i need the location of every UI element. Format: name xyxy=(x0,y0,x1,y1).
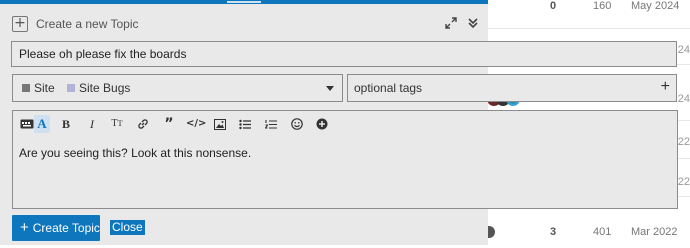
post-editor[interactable]: A B I TT ” </> Are you seeing this? Look… xyxy=(12,110,678,209)
heading-icon[interactable]: TT xyxy=(109,115,125,133)
chevrons-down-icon[interactable] xyxy=(466,17,480,31)
category-parent-label: Site xyxy=(34,81,55,95)
close-button[interactable]: Close xyxy=(110,220,145,235)
category-chooser[interactable]: Site Site Bugs xyxy=(12,74,343,102)
topic-title-input[interactable] xyxy=(11,41,677,67)
numbered-list-icon[interactable] xyxy=(263,115,279,133)
toggle-editor-icon[interactable] xyxy=(19,115,35,133)
plus-box-icon[interactable]: + xyxy=(12,16,28,32)
create-topic-button[interactable]: + Create Topic xyxy=(12,215,100,241)
category-color-swatch xyxy=(22,84,30,92)
reply-count: 3 xyxy=(550,226,557,238)
plus-icon: + xyxy=(20,219,29,236)
bold-icon[interactable]: B xyxy=(58,115,74,133)
activity-date[interactable]: 24 xyxy=(678,93,690,105)
bullet-list-icon[interactable] xyxy=(237,115,253,133)
reply-count: 0 xyxy=(550,0,557,12)
editor-toolbar: A B I TT ” </> xyxy=(13,111,677,137)
category-child-label: Site Bugs xyxy=(79,81,131,95)
emoji-icon[interactable] xyxy=(289,115,305,133)
font-icon[interactable]: A xyxy=(34,115,50,133)
activity-date[interactable]: 22 xyxy=(678,176,690,188)
row-divider xyxy=(480,28,690,29)
activity-date[interactable]: 22 xyxy=(678,136,690,148)
topic-row[interactable]: 0 160 May 2024 xyxy=(480,0,690,22)
code-icon[interactable]: </> xyxy=(186,115,206,133)
quote-icon[interactable]: ” xyxy=(161,115,177,133)
link-icon[interactable] xyxy=(135,115,151,133)
activity-date[interactable]: 24 xyxy=(678,44,690,56)
editor-content[interactable]: Are you seeing this? Look at this nonsen… xyxy=(19,146,251,160)
activity-date[interactable]: May 2024 xyxy=(631,0,679,12)
resize-grip[interactable] xyxy=(227,1,261,3)
italic-icon[interactable]: I xyxy=(84,115,100,133)
create-topic-label: Create Topic xyxy=(32,221,100,235)
tags-placeholder: optional tags xyxy=(354,81,423,95)
caret-down-icon xyxy=(326,86,334,91)
activity-date[interactable]: Mar 2022 xyxy=(631,226,677,238)
composer-header: + Create a new Topic xyxy=(12,13,482,37)
options-icon[interactable] xyxy=(314,115,330,133)
view-count: 160 xyxy=(593,0,612,12)
subcategory-color-swatch xyxy=(67,84,75,92)
image-icon[interactable] xyxy=(212,115,228,133)
view-count: 401 xyxy=(593,226,612,238)
expand-icon[interactable] xyxy=(444,17,458,31)
composer-title: Create a new Topic xyxy=(36,17,139,31)
add-tag-icon[interactable]: + xyxy=(661,78,670,96)
tags-chooser[interactable]: optional tags + xyxy=(347,74,677,102)
